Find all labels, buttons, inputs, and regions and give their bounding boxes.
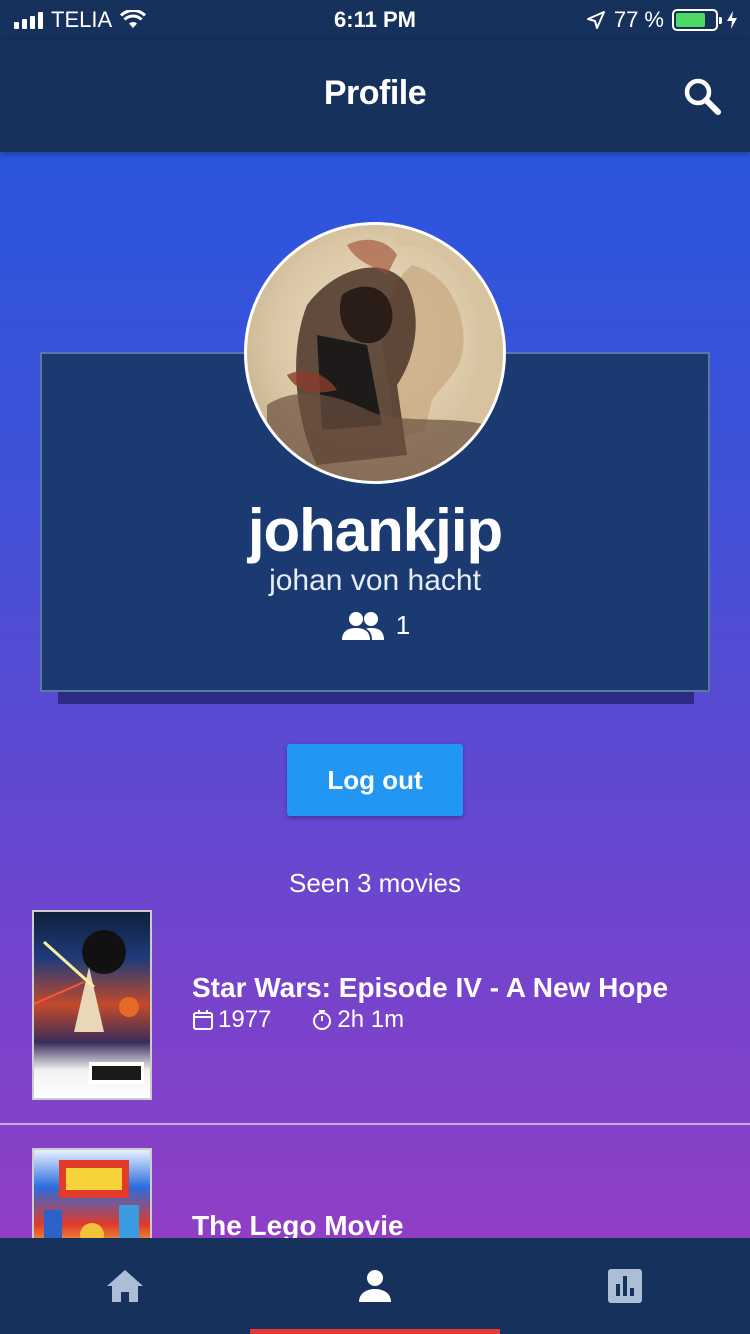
avatar xyxy=(244,222,506,484)
person-icon xyxy=(359,1270,391,1302)
list-divider xyxy=(0,1123,750,1125)
home-icon xyxy=(107,1270,143,1302)
people-icon xyxy=(341,611,384,640)
avatar-artwork xyxy=(267,225,503,481)
year-label: 1977 xyxy=(218,1006,272,1033)
location-arrow-icon xyxy=(586,11,605,29)
timer-icon xyxy=(313,1010,332,1030)
status-bar: TELIA 6:11 PM 77 % xyxy=(0,0,750,40)
stats-icon xyxy=(608,1269,642,1303)
battery-icon xyxy=(672,9,722,31)
nav-home[interactable] xyxy=(0,1238,250,1334)
runtime-label: 2h 1m xyxy=(337,1006,405,1033)
status-right: 77 % xyxy=(586,7,738,33)
movie-title: Star Wars: Episode IV - A New Hope xyxy=(192,972,669,1003)
seen-movies-count: Seen 3 movies xyxy=(289,868,461,898)
username: johankjip xyxy=(247,497,503,564)
followers-count: 1 xyxy=(395,610,411,640)
nav-profile[interactable] xyxy=(250,1238,500,1334)
logout-button[interactable]: Log out xyxy=(287,744,463,816)
runtime: 2h 1m xyxy=(311,1006,404,1034)
app-bar: Profile xyxy=(0,40,750,152)
charging-bolt-icon xyxy=(727,11,737,29)
release-year: 1977 xyxy=(192,1006,271,1034)
search-button[interactable] xyxy=(682,76,722,116)
movie-poster xyxy=(32,910,152,1100)
nav-stats[interactable] xyxy=(500,1238,750,1334)
calendar-icon xyxy=(193,1010,213,1030)
bottom-navigation xyxy=(0,1238,750,1334)
battery-fill xyxy=(676,13,706,27)
followers-link[interactable]: 1 xyxy=(40,610,710,641)
movie-meta: 1977 2h 1m xyxy=(192,1006,404,1034)
full-name: johan von hacht xyxy=(269,564,481,597)
page-title: Profile xyxy=(323,74,427,112)
battery-percent: 77 % xyxy=(613,7,664,32)
active-tab-indicator xyxy=(250,1329,500,1334)
search-icon xyxy=(684,78,721,115)
